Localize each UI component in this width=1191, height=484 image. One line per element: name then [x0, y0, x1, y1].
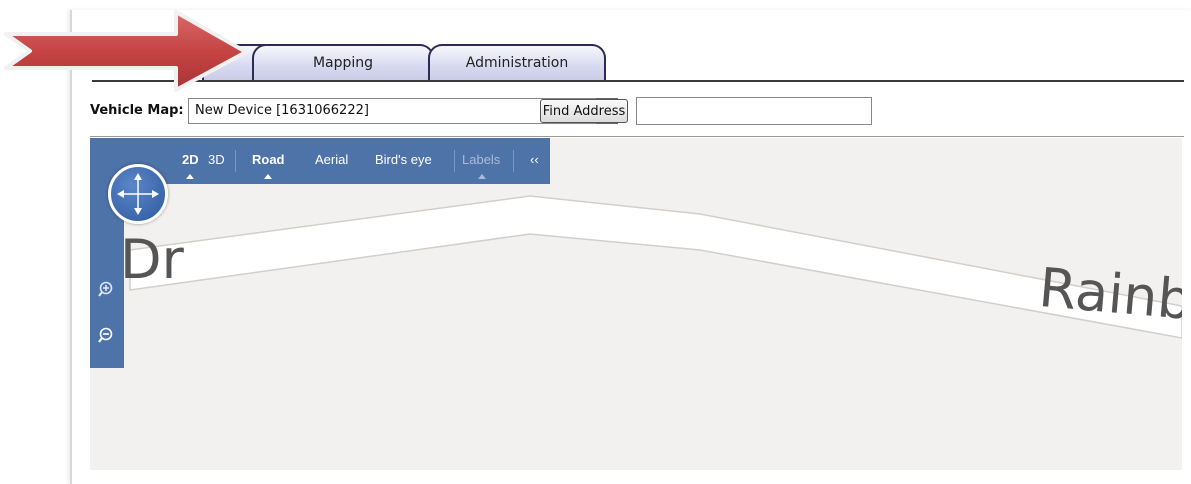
- view-labels[interactable]: Labels: [462, 152, 500, 167]
- vehicle-select-value: New Device [1631066222]: [195, 103, 369, 118]
- road-segment: [129, 195, 1182, 339]
- toolbar-divider: [90, 136, 1184, 137]
- map-canvas[interactable]: Dr Rainbo 2D 3D Road Aerial Bird's eye L…: [90, 138, 1182, 470]
- view-road-caret: [264, 174, 272, 179]
- view-road[interactable]: Road: [252, 152, 285, 167]
- pointer-arrow-icon: [4, 10, 248, 92]
- view-labels-caret: [478, 174, 486, 179]
- view-3d[interactable]: 3D: [208, 152, 225, 167]
- find-address-button[interactable]: Find Address: [540, 99, 628, 123]
- zoom-in-icon[interactable]: [97, 280, 117, 300]
- address-input[interactable]: [636, 97, 872, 125]
- view-separator: [513, 150, 514, 172]
- vehicle-map-label: Vehicle Map:: [90, 103, 184, 118]
- tab-mapping[interactable]: Mapping: [252, 44, 434, 82]
- zoom-out-icon[interactable]: [97, 326, 117, 346]
- view-separator: [454, 150, 455, 172]
- view-separator: [235, 150, 236, 172]
- map-roads: [129, 195, 1182, 339]
- pan-compass-icon[interactable]: [108, 164, 168, 224]
- vehicle-map-toolbar: Vehicle Map: New Device [1631066222] Fin…: [90, 96, 1184, 128]
- street-label-left: Dr: [120, 228, 184, 291]
- view-2d[interactable]: 2D: [182, 152, 199, 167]
- view-birds-eye[interactable]: Bird's eye: [375, 152, 432, 167]
- tab-administration[interactable]: Administration: [428, 44, 606, 82]
- collapse-bar-button[interactable]: ‹‹: [530, 152, 539, 167]
- view-2d-caret: [186, 174, 194, 179]
- view-aerial[interactable]: Aerial: [315, 152, 348, 167]
